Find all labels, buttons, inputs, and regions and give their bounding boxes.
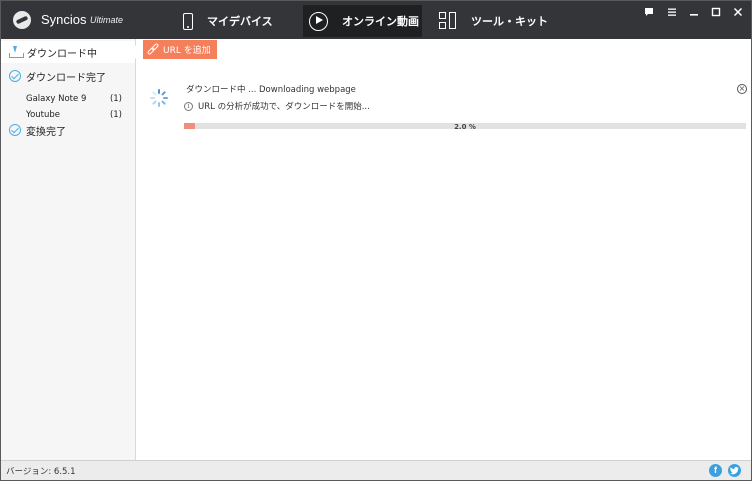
sidebar-subitem-galaxy-note-9[interactable]: Galaxy Note 9 (1) bbox=[26, 94, 122, 104]
feedback-icon[interactable] bbox=[642, 7, 656, 21]
play-icon bbox=[309, 11, 328, 31]
source-name: Galaxy Note 9 bbox=[26, 94, 87, 104]
sidebar-item-downloading[interactable]: ダウンロード中 bbox=[1, 41, 136, 63]
link-icon bbox=[146, 42, 160, 56]
tab-label: ツール・キット bbox=[471, 15, 548, 28]
progress-text: 2.0 % bbox=[454, 123, 476, 131]
add-url-label: URL を追加 bbox=[163, 46, 211, 56]
menu-icon[interactable] bbox=[665, 7, 679, 21]
sidebar-item-converted[interactable]: 変換完了 bbox=[1, 119, 135, 141]
phone-icon bbox=[183, 12, 193, 30]
sidebar-item-label: ダウンロード完了 bbox=[26, 72, 106, 84]
close-window-icon[interactable] bbox=[731, 7, 745, 21]
close-icon[interactable]: × bbox=[737, 84, 747, 94]
maximize-icon[interactable] bbox=[709, 7, 723, 21]
syncios-logo-icon bbox=[13, 11, 31, 29]
twitter-icon[interactable] bbox=[728, 464, 741, 477]
tab-online-video[interactable]: オンライン動画 bbox=[303, 5, 422, 37]
app-name: Syncios bbox=[41, 12, 87, 27]
title-bar: Syncios Ultimate マイデバイス オンライン動画 ツール・キット bbox=[1, 1, 751, 39]
facebook-icon[interactable]: f bbox=[709, 464, 722, 477]
check-circle-icon bbox=[9, 70, 21, 82]
version-label: バージョン: 6.5.1 bbox=[6, 467, 76, 477]
sidebar-item-label: 変換完了 bbox=[26, 126, 66, 138]
download-status-text: URL の分析が成功で、ダウンロードを開始... bbox=[198, 102, 370, 112]
app-window: Syncios Ultimate マイデバイス オンライン動画 ツール・キット bbox=[0, 0, 752, 481]
status-bar: バージョン: 6.5.1 f bbox=[1, 460, 751, 480]
tab-label: オンライン動画 bbox=[342, 15, 419, 28]
download-title: ダウンロード中 ... Downloading webpage bbox=[186, 85, 356, 95]
active-notch bbox=[130, 45, 136, 59]
loading-spinner-icon bbox=[150, 89, 168, 107]
download-status: i URL の分析が成功で、ダウンロードを開始... bbox=[184, 100, 370, 112]
check-circle-icon bbox=[9, 124, 21, 136]
sidebar-item-downloaded[interactable]: ダウンロード完了 bbox=[1, 65, 135, 87]
minimize-icon[interactable] bbox=[687, 7, 701, 21]
sidebar: ダウンロード中 ダウンロード完了 Galaxy Note 9 (1) Youtu… bbox=[1, 39, 136, 460]
app-edition: Ultimate bbox=[90, 15, 124, 25]
source-count: (1) bbox=[109, 94, 122, 104]
toolkit-icon bbox=[439, 12, 457, 30]
tab-label: マイデバイス bbox=[207, 15, 273, 28]
add-url-button[interactable]: URL を追加 bbox=[143, 40, 217, 59]
main-panel: URL を追加 ダウンロード中 ... Downloading webpage … bbox=[137, 39, 751, 460]
tab-my-device[interactable]: マイデバイス bbox=[173, 5, 293, 37]
sidebar-item-label: ダウンロード中 bbox=[27, 48, 97, 60]
download-icon bbox=[9, 46, 24, 58]
tab-toolkit[interactable]: ツール・キット bbox=[433, 5, 563, 37]
info-icon: i bbox=[184, 101, 193, 111]
